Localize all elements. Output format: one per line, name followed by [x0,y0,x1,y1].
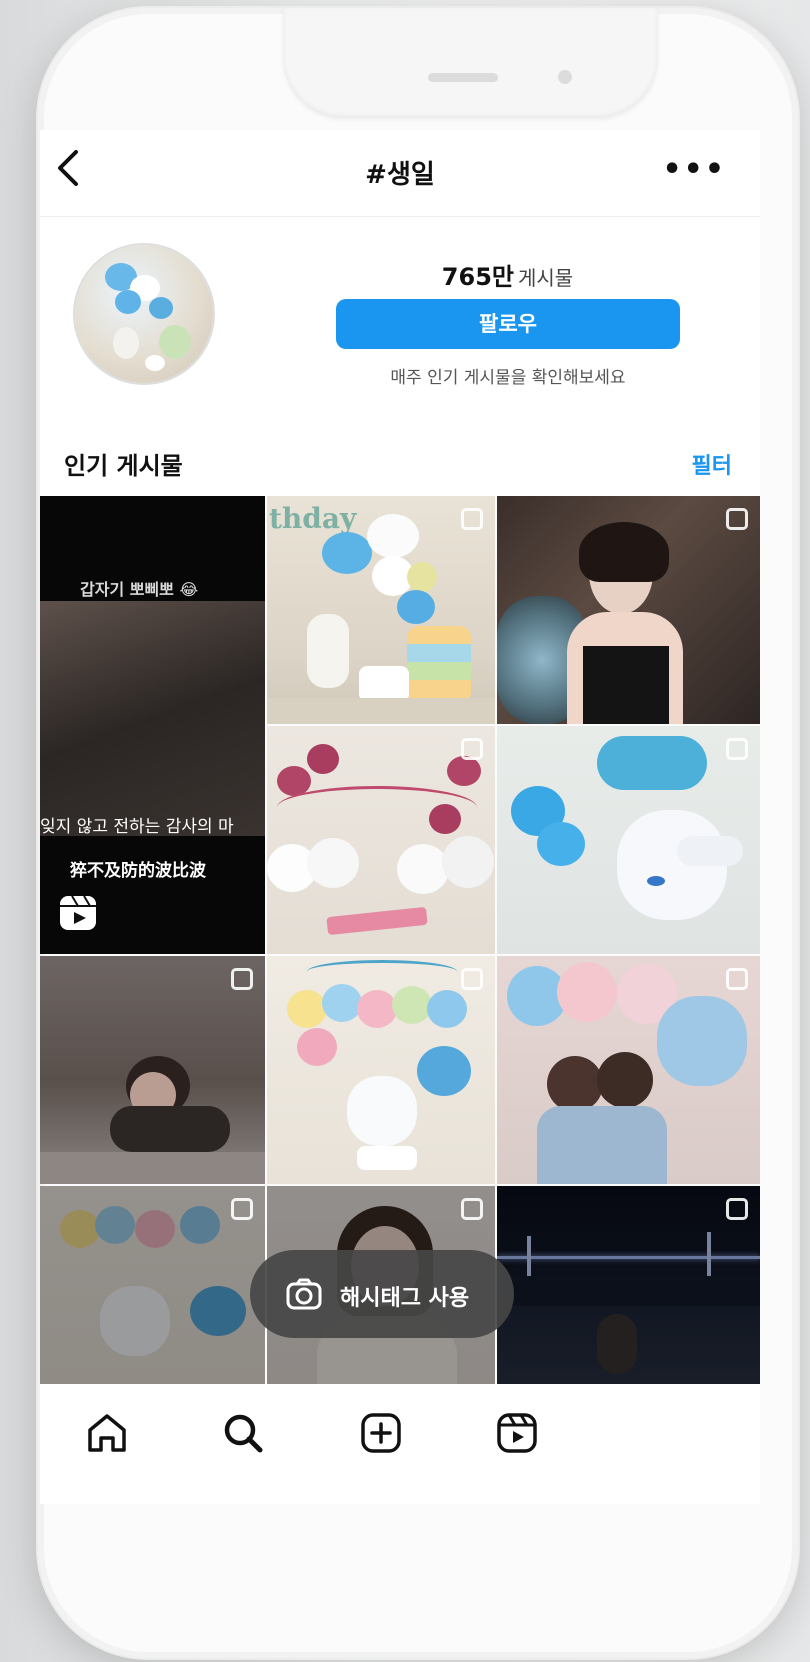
bedsheet [40,1152,265,1184]
balloon [397,844,449,894]
banner-text: thday [269,502,357,535]
balloon [397,590,435,624]
balloon [322,532,372,574]
cake [357,1146,417,1170]
children-clothes [537,1106,667,1184]
balloon [287,990,327,1028]
grid-post[interactable]: thday [267,496,495,724]
child-head [597,1052,653,1108]
bottom-tab-bar [40,1384,760,1504]
add-post-icon [361,1413,401,1453]
grid-post[interactable] [267,956,495,1184]
multi-photo-icon [726,738,748,760]
balloon [392,986,432,1024]
balloon [367,514,419,558]
balloon [307,838,359,888]
reels-icon [58,894,98,932]
post-count-label: 게시물 [517,266,574,290]
plush-bow [647,876,665,886]
multi-photo-icon [726,508,748,530]
tab-home[interactable] [82,1408,132,1458]
tab-reels[interactable] [492,1408,542,1458]
heart-balloon [447,756,481,786]
heart-balloon [417,1046,471,1096]
multi-photo-icon [461,1198,483,1220]
body [110,1106,230,1152]
balloon [427,990,467,1028]
top-posts-header: 인기 게시물 필터 [40,424,760,496]
reel-caption-chinese: 猝不及防的波比波 [70,861,206,881]
cinnamoroll-figure [347,1076,417,1146]
table [267,698,495,724]
bow-balloon [597,736,707,790]
top-posts-heading: 인기 게시물 [64,452,183,480]
grid-post[interactable] [40,1186,265,1396]
hair [579,522,669,582]
balloon [442,836,494,888]
balloon [357,990,397,1028]
top [583,646,669,724]
birthday-banner [307,960,457,983]
birthday-banner [277,786,477,829]
balloon [557,962,617,1022]
multi-photo-icon [461,508,483,530]
multi-photo-icon [231,968,253,990]
cake [359,666,409,702]
plush-ear [677,836,743,866]
multi-photo-icon [726,968,748,990]
tab-create[interactable] [356,1408,406,1458]
teddy-figure [307,614,349,688]
phone-notch [283,8,658,118]
multi-photo-icon [231,1198,253,1220]
grid-post[interactable] [497,1186,760,1396]
use-hashtag-button[interactable]: 해시태그 사용 [250,1250,514,1338]
blurred-photo [40,601,265,836]
balloon [297,1028,337,1066]
reels-icon [497,1413,537,1453]
grid-post[interactable] [497,956,760,1184]
grid-post[interactable] [497,496,760,724]
macaron-tower [407,626,471,704]
front-camera [558,70,572,84]
home-icon [88,1414,126,1452]
hashtag-avatar [75,245,213,383]
balloon [407,562,437,592]
weekly-subtitle: 매주 인기 게시물을 확인해보세요 [390,368,626,388]
multi-photo-icon [461,738,483,760]
grid-post[interactable]: 갑자기 뽀삐뽀 😂 잊지 않고 전하는 감사의 마 猝不及防的波比波 [40,496,265,954]
hashtag-profile: 765만 게시물 팔로우 매주 인기 게시물을 확인해보세요 [40,217,760,425]
reel-caption: 잊지 않고 전하는 감사의 마 [40,817,234,837]
tab-search[interactable] [218,1408,268,1458]
dim-overlay [497,1186,760,1396]
search-icon [224,1414,263,1453]
heart-balloon [307,744,339,774]
multi-photo-icon [726,1198,748,1220]
filter-link[interactable]: 필터 [692,448,732,480]
page-title: #생일 [365,160,435,190]
balloon [322,984,362,1022]
follow-button[interactable]: 팔로우 [336,299,680,349]
grid-post[interactable] [497,726,760,954]
grid-post[interactable] [267,726,495,954]
post-count: 765만 게시물 [335,257,680,292]
grid-post[interactable] [40,956,265,1184]
child-head [547,1056,603,1112]
sash [326,906,428,936]
camera-icon [286,1278,322,1310]
reel-overlay-text: 갑자기 뽀삐뽀 😂 [80,580,199,599]
post-count-value: 765만 [441,263,514,291]
top-header: #생일 ••• [40,130,760,217]
balloon [537,822,585,866]
speaker-grille [428,73,498,82]
heart-balloon [657,996,747,1086]
more-options-icon[interactable]: ••• [662,152,726,187]
use-hashtag-label: 해시태그 사용 [340,1286,470,1311]
multi-photo-icon [461,968,483,990]
